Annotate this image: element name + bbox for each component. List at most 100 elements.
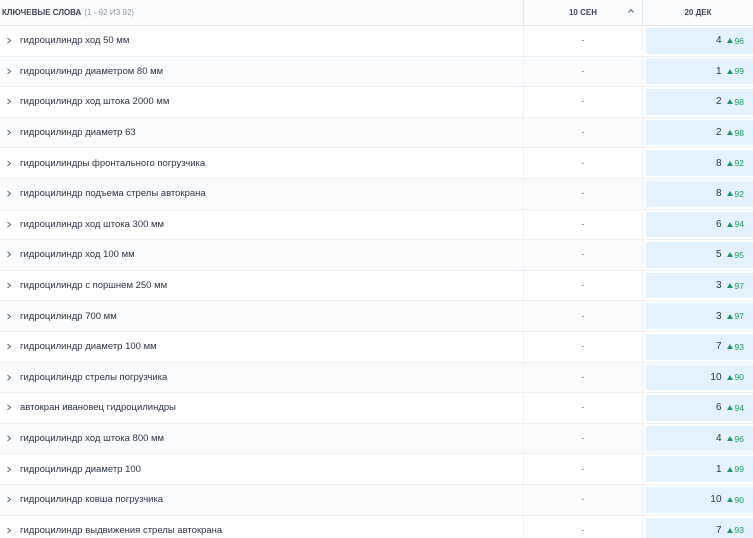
date1-position-cell: - <box>524 362 643 393</box>
column-header-keywords[interactable]: КЛЮЧЕВЫЕ СЛОВА (1 - 92 ИЗ 92) <box>0 0 524 25</box>
table-row[interactable]: гидроцилиндр ход штока 800 мм - 4 96 <box>0 423 753 455</box>
arrow-up-icon <box>726 497 733 503</box>
position-highlight: 4 96 <box>646 425 753 452</box>
date2-position-cell: 2 98 <box>643 87 753 117</box>
date1-position: - <box>581 341 585 353</box>
column-header-date1[interactable]: 10 СЕН <box>524 0 643 25</box>
table-row[interactable]: гидроцилиндр диаметр 100 - 1 99 <box>0 454 753 485</box>
table-row[interactable]: гидроцилиндр ход 50 мм - 4 96 <box>0 26 753 57</box>
table-row[interactable]: гидроцилиндр с поршнем 250 мм - 3 97 <box>0 270 753 302</box>
chevron-right-icon[interactable] <box>6 251 12 258</box>
position-highlight: 5 95 <box>646 242 753 268</box>
keyword-text: гидроцилиндр диаметром 80 мм <box>20 65 164 77</box>
date1-position-cell: - <box>524 301 643 331</box>
date2-position-cell: 1 99 <box>643 454 753 484</box>
date2-position: 10 <box>710 494 722 506</box>
date1-position: - <box>581 157 585 169</box>
position-change: 98 <box>734 127 744 138</box>
position-highlight: 10 90 <box>646 486 753 513</box>
date1-position-cell: - <box>524 515 643 538</box>
table-row[interactable]: гидроцилиндр ход штока 300 мм - 6 94 <box>0 209 753 241</box>
keyword-cell[interactable]: гидроцилиндр ход 100 мм <box>0 240 524 270</box>
chevron-right-icon[interactable] <box>6 129 12 136</box>
chevron-right-icon[interactable] <box>6 374 12 381</box>
date2-position: 1 <box>715 65 722 77</box>
date2-position-cell: 2 98 <box>643 118 753 148</box>
table-row[interactable]: автокран ивановец гидроцилиндры - 6 94 <box>0 393 753 424</box>
chevron-right-icon[interactable] <box>6 404 12 411</box>
sort-up-icon[interactable] <box>628 8 634 14</box>
date2-position: 1 <box>715 463 722 475</box>
position-highlight: 8 92 <box>646 150 753 176</box>
chevron-right-icon[interactable] <box>6 190 12 197</box>
position-change: 95 <box>734 249 744 260</box>
chevron-right-icon[interactable] <box>6 160 12 167</box>
column-header-date2[interactable]: 20 ДЕК <box>643 0 753 25</box>
keyword-cell[interactable]: гидроцилиндр диаметр 100 мм <box>0 331 524 362</box>
keyword-cell[interactable]: гидроцилиндр ход штока 2000 мм <box>0 87 524 117</box>
table-row[interactable]: гидроцилиндр подъема стрелы автокрана - 8 9… <box>0 178 753 210</box>
keyword-cell[interactable]: гидроцилиндр подъема стрелы автокрана <box>0 178 524 209</box>
arrow-up-icon <box>726 130 733 136</box>
position-change: 94 <box>734 219 744 230</box>
date1-position-cell: - <box>524 240 643 270</box>
table-row[interactable]: гидроцилиндр стрелы погрузчика - 10 90 <box>0 362 753 394</box>
keyword-cell[interactable]: гидроцилиндр ковша погрузчика <box>0 484 524 515</box>
table-row[interactable]: гидроцилиндр ковша погрузчика - 10 90 <box>0 484 753 516</box>
chevron-right-icon[interactable] <box>6 435 12 442</box>
keyword-cell[interactable]: гидроцилиндр ход 50 мм <box>0 26 524 56</box>
keyword-cell[interactable]: гидроцилиндр стрелы погрузчика <box>0 362 524 393</box>
date2-position: 7 <box>715 341 722 353</box>
keyword-cell[interactable]: гидроцилиндры фронтального погрузчика <box>0 148 524 178</box>
date1-position: - <box>581 249 585 261</box>
table-row[interactable]: гидроцилиндр диаметр 100 мм - 7 93 <box>0 331 753 363</box>
arrow-up-icon <box>726 38 733 44</box>
keyword-positions-table: КЛЮЧЕВЫЕ СЛОВА (1 - 92 ИЗ 92) 10 СЕН 20 … <box>0 0 753 538</box>
chevron-right-icon[interactable] <box>6 68 12 75</box>
position-change: 93 <box>734 341 744 352</box>
arrow-up-icon <box>726 283 733 289</box>
position-highlight: 7 93 <box>646 333 753 360</box>
table-row[interactable]: гидроцилиндр диаметр 63 - 2 98 <box>0 117 753 149</box>
date2-position-cell: 1 99 <box>643 57 753 87</box>
keyword-cell[interactable]: гидроцилиндр диаметр 63 <box>0 117 524 148</box>
keyword-cell[interactable]: гидроцилиндр выдвижения стрелы автокрана <box>0 515 524 538</box>
chevron-right-icon[interactable] <box>6 496 12 503</box>
chevron-right-icon[interactable] <box>6 466 12 473</box>
date2-position-cell: 10 90 <box>643 363 753 393</box>
date2-position: 8 <box>715 157 722 169</box>
table-row[interactable]: гидроцилиндр диаметром 80 мм - 1 99 <box>0 56 753 88</box>
keyword-text: гидроцилиндр ход штока 2000 мм <box>20 96 170 108</box>
date1-position: - <box>581 494 585 506</box>
date1-position: - <box>581 188 585 200</box>
keyword-text: гидроцилиндр диаметр 100 <box>20 463 141 475</box>
position-change: 93 <box>734 525 744 536</box>
keyword-cell[interactable]: гидроцилиндр диаметром 80 мм <box>0 56 524 87</box>
keyword-cell[interactable]: гидроцилиндр 700 мм <box>0 301 524 331</box>
keyword-cell[interactable]: гидроцилиндр диаметр 100 <box>0 454 524 484</box>
table-row[interactable]: гидроцилиндры фронтального погрузчика - 8 9… <box>0 148 753 179</box>
chevron-right-icon[interactable] <box>6 343 12 350</box>
keyword-cell[interactable]: гидроцилиндр ход штока 300 мм <box>0 209 524 240</box>
chevron-right-icon[interactable] <box>6 37 12 44</box>
keywords-range: (1 - 92 ИЗ 92) <box>84 8 135 17</box>
chevron-right-icon[interactable] <box>6 313 12 320</box>
position-change: 90 <box>734 494 744 505</box>
keyword-cell[interactable]: автокран ивановец гидроцилиндры <box>0 393 524 423</box>
position-change: 98 <box>734 96 744 107</box>
table-row[interactable]: гидроцилиндр ход штока 2000 мм - 2 98 <box>0 87 753 118</box>
date1-position: - <box>581 65 585 77</box>
chevron-right-icon[interactable] <box>6 98 12 105</box>
date2-position: 5 <box>715 249 722 261</box>
keyword-cell[interactable]: гидроцилиндр ход штока 800 мм <box>0 423 524 454</box>
table-row[interactable]: гидроцилиндр выдвижения стрелы автокрана… <box>0 515 753 538</box>
arrow-up-icon <box>726 436 733 442</box>
table-row[interactable]: гидроцилиндр ход 100 мм - 5 95 <box>0 240 753 271</box>
keyword-cell[interactable]: гидроцилиндр с поршнем 250 мм <box>0 270 524 301</box>
chevron-right-icon[interactable] <box>6 221 12 228</box>
chevron-right-icon[interactable] <box>6 527 12 534</box>
date1-position: - <box>581 96 585 108</box>
chevron-right-icon[interactable] <box>6 282 12 289</box>
table-row[interactable]: гидроцилиндр 700 мм - 3 97 <box>0 301 753 332</box>
date2-position: 8 <box>715 188 722 200</box>
